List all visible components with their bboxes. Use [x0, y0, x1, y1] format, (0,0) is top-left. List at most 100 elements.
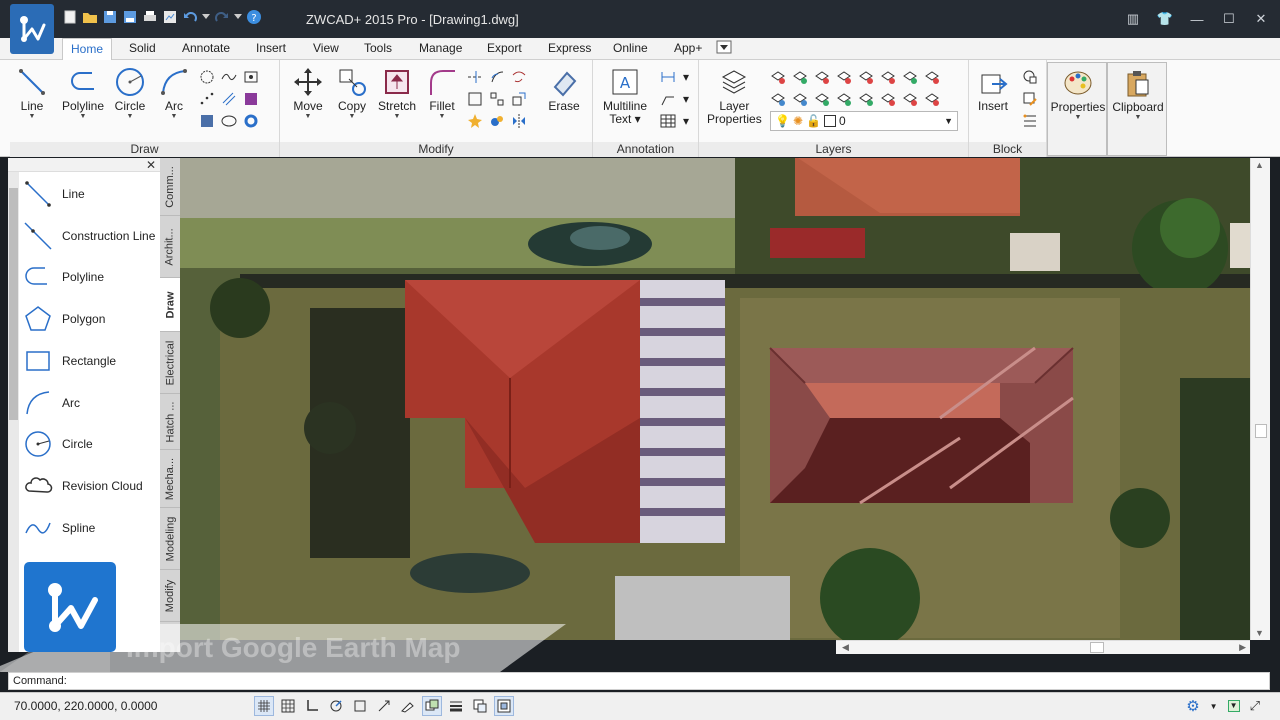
maximize-icon[interactable]: ☐ [1220, 10, 1238, 28]
properties-button[interactable]: Properties ▼ [1047, 62, 1107, 156]
drawing-canvas[interactable] [180, 158, 1250, 640]
array-icon[interactable] [488, 90, 506, 108]
linear-dimension-icon[interactable] [659, 68, 677, 86]
layer-tool-16-icon[interactable] [923, 90, 941, 108]
leader-icon[interactable] [659, 90, 677, 108]
palette-header[interactable]: ✕ [8, 158, 177, 172]
fullscreen-icon[interactable]: ⤢ [1250, 698, 1260, 714]
layer-tool-13-icon[interactable] [857, 90, 875, 108]
horizontal-scroll-thumb[interactable] [1090, 642, 1104, 653]
settings-dropdown-icon[interactable]: ▼ [1210, 702, 1218, 711]
block-attributes-icon[interactable] [1021, 112, 1039, 130]
layer-tool-3-icon[interactable] [813, 68, 831, 86]
tab-architectural[interactable]: Archit... [160, 216, 180, 278]
tab-solid[interactable]: Solid [121, 38, 164, 60]
new-file-icon[interactable] [62, 9, 78, 25]
print-icon[interactable] [142, 9, 158, 25]
palette-tool-circle[interactable]: Circle [22, 426, 93, 462]
explode-icon[interactable] [466, 112, 484, 130]
layer-tool-11-icon[interactable] [813, 90, 831, 108]
trim-icon[interactable] [466, 68, 484, 86]
fillet-button[interactable]: Fillet ▼ [426, 66, 458, 121]
scroll-up-icon[interactable]: ▲ [1255, 160, 1264, 170]
tab-modify[interactable]: Modify [160, 570, 180, 622]
polyline-button[interactable]: Polyline ▼ [62, 66, 104, 121]
erase-button[interactable]: Erase [548, 66, 580, 113]
minimize-icon[interactable]: — [1188, 10, 1206, 28]
scale-icon[interactable] [510, 90, 528, 108]
move-button[interactable]: Move ▼ [292, 66, 324, 121]
layer-tool-4-icon[interactable] [835, 68, 853, 86]
app-logo[interactable] [10, 4, 54, 54]
palette-tool-revision-cloud[interactable]: Revision Cloud [22, 468, 143, 504]
tab-manage[interactable]: Manage [411, 38, 470, 60]
ortho-toggle-icon[interactable] [302, 696, 322, 716]
points-icon[interactable] [198, 90, 216, 108]
layer-tool-10-icon[interactable] [791, 90, 809, 108]
undo-icon[interactable] [182, 9, 198, 25]
layer-tool-2-icon[interactable] [791, 68, 809, 86]
leader-dropdown-icon[interactable]: ▾ [681, 90, 691, 108]
palette-tool-arc[interactable]: Arc [22, 385, 80, 421]
redo-icon[interactable] [214, 9, 230, 25]
layer-tool-9-icon[interactable] [769, 90, 787, 108]
save-as-icon[interactable] [122, 9, 138, 25]
layer-tool-6-icon[interactable] [879, 68, 897, 86]
table-dropdown-icon[interactable]: ▾ [681, 112, 691, 130]
tab-modeling[interactable]: Modeling [160, 508, 180, 570]
ribbon-options-icon[interactable] [716, 38, 732, 60]
revision-cloud-icon[interactable] [220, 112, 238, 130]
spline-icon[interactable] [220, 68, 238, 86]
tab-insert[interactable]: Insert [248, 38, 294, 60]
polar-toggle-icon[interactable] [326, 696, 346, 716]
close-icon[interactable]: ✕ [146, 158, 156, 172]
lineweight-toggle-icon[interactable] [446, 696, 466, 716]
table-icon[interactable] [659, 112, 677, 130]
tab-mechanical[interactable]: Mecha... [160, 450, 180, 508]
edit-block-icon[interactable] [1021, 90, 1039, 108]
tab-tools[interactable]: Tools [356, 38, 400, 60]
grid-toggle-icon[interactable] [278, 696, 298, 716]
tab-view[interactable]: View [305, 38, 347, 60]
palette-tool-polygon[interactable]: Polygon [22, 301, 105, 337]
mirror-icon[interactable] [510, 112, 528, 130]
multiline-text-button[interactable]: A Multiline Text ▾ [603, 66, 647, 126]
open-folder-icon[interactable] [82, 9, 98, 25]
vertical-scrollbar[interactable]: ▲ ▼ [1250, 158, 1270, 640]
osnap-toggle-icon[interactable] [350, 696, 370, 716]
command-input[interactable] [70, 675, 1269, 687]
help-icon[interactable]: ? [246, 9, 262, 25]
create-block-icon[interactable] [1021, 68, 1039, 86]
command-line[interactable]: Command: [8, 672, 1270, 690]
layer-tool-7-icon[interactable] [901, 68, 919, 86]
quick-properties-icon[interactable] [470, 696, 490, 716]
tab-command[interactable]: Comm... [160, 158, 180, 216]
palette-tool-spline[interactable]: Spline [22, 510, 95, 546]
layer-tool-12-icon[interactable] [835, 90, 853, 108]
layer-dropdown[interactable]: 💡 ✺ 🔓 0 ▼ [770, 111, 958, 131]
shirt-icon[interactable]: 👕 [1156, 10, 1174, 28]
redo-dropdown-icon[interactable] [234, 9, 242, 25]
settings-gear-icon[interactable]: ⚙ [1186, 697, 1199, 715]
rectangle-select-icon[interactable] [466, 90, 484, 108]
layer-tool-15-icon[interactable] [901, 90, 919, 108]
line-button[interactable]: Line ▼ [16, 66, 48, 121]
close-icon[interactable]: ✕ [1252, 10, 1270, 28]
otrack-toggle-icon[interactable] [374, 696, 394, 716]
tab-express[interactable]: Express [540, 38, 599, 60]
dimension-dropdown-icon[interactable]: ▾ [681, 68, 691, 86]
scroll-right-icon[interactable]: ▶ [1239, 642, 1246, 653]
join-icon[interactable] [488, 112, 506, 130]
toolbar-lock-icon[interactable]: ▼ [1227, 700, 1240, 712]
rotate-icon[interactable] [510, 68, 528, 86]
circle-button[interactable]: Circle ▼ [114, 66, 146, 121]
donut-icon[interactable] [242, 112, 260, 130]
workspace-icon[interactable]: ▥ [1124, 10, 1142, 28]
selection-cycling-icon[interactable] [494, 696, 514, 716]
ellipse-icon[interactable] [198, 68, 216, 86]
tab-app-plus[interactable]: App+ [666, 38, 710, 60]
scroll-down-icon[interactable]: ▼ [1255, 628, 1264, 638]
gradient-icon[interactable] [242, 90, 260, 108]
tab-draw[interactable]: Draw [160, 278, 180, 332]
tab-hatch[interactable]: Hatch ... [160, 394, 180, 450]
